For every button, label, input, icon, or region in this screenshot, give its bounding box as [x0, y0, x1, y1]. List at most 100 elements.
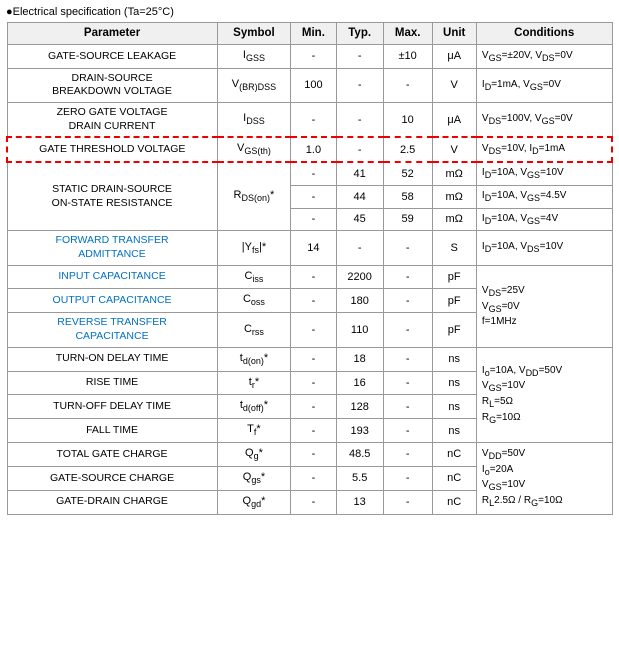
- typ-crss: 110: [336, 313, 383, 347]
- min-ciss: -: [291, 265, 336, 289]
- min-crss: -: [291, 313, 336, 347]
- min-tf: -: [291, 419, 336, 443]
- cond-yfs: ID=10A, VDS=10V: [476, 231, 612, 265]
- symbol-ciss: Ciss: [217, 265, 291, 289]
- row-total-gate-charge: TOTAL GATE CHARGE Qg* - 48.5 - nC VDD=50…: [7, 443, 612, 467]
- typ-qg: 48.5: [336, 443, 383, 467]
- typ-rdson-2: 44: [336, 185, 383, 208]
- cond-igss: VGS=±20V, VDS=0V: [476, 44, 612, 68]
- max-rdson-1: 52: [383, 162, 432, 185]
- cond-capacitance: VDS=25VVGS=0Vf=1MHz: [476, 265, 612, 347]
- symbol-vbrdss: V(BR)DSS: [217, 68, 291, 102]
- cond-rdson-3: ID=10A, VGS=4V: [476, 208, 612, 231]
- max-coss: -: [383, 289, 432, 313]
- unit-igss: μA: [432, 44, 476, 68]
- col-typ: Typ.: [336, 23, 383, 45]
- param-crss: REVERSE TRANSFERCAPACITANCE: [7, 313, 217, 347]
- symbol-qgd: Qgd*: [217, 490, 291, 514]
- max-rdson-3: 59: [383, 208, 432, 231]
- cond-vgsth: VDS=10V, ID=1mA: [476, 137, 612, 162]
- unit-tdoff: ns: [432, 395, 476, 419]
- unit-crss: pF: [432, 313, 476, 347]
- max-vbrdss: -: [383, 68, 432, 102]
- param-breakdown: DRAIN-SOURCEBREAKDOWN VOLTAGE: [7, 68, 217, 102]
- max-crss: -: [383, 313, 432, 347]
- max-idss: 10: [383, 103, 432, 138]
- cond-rdson-1: ID=10A, VGS=10V: [476, 162, 612, 185]
- max-yfs: -: [383, 231, 432, 265]
- typ-vgsth: -: [336, 137, 383, 162]
- max-rdson-2: 58: [383, 185, 432, 208]
- row-zero-gate-voltage: ZERO GATE VOLTAGEDRAIN CURRENT IDSS - - …: [7, 103, 612, 138]
- max-vgsth: 2.5: [383, 137, 432, 162]
- col-min: Min.: [291, 23, 336, 45]
- typ-yfs: -: [336, 231, 383, 265]
- param-vgsth: GATE THRESHOLD VOLTAGE: [7, 137, 217, 162]
- symbol-rdson: RDS(on)*: [217, 162, 291, 231]
- typ-ciss: 2200: [336, 265, 383, 289]
- unit-vgsth: V: [432, 137, 476, 162]
- typ-tr: 16: [336, 371, 383, 395]
- max-ciss: -: [383, 265, 432, 289]
- min-yfs: 14: [291, 231, 336, 265]
- unit-qgd: nC: [432, 490, 476, 514]
- typ-rdson-1: 41: [336, 162, 383, 185]
- min-qgs: -: [291, 467, 336, 491]
- typ-idss: -: [336, 103, 383, 138]
- typ-tf: 193: [336, 419, 383, 443]
- param-qgs: GATE-SOURCE CHARGE: [7, 467, 217, 491]
- col-symbol: Symbol: [217, 23, 291, 45]
- param-tr: RISE TIME: [7, 371, 217, 395]
- row-ton-delay: TURN-ON DELAY TIME td(on)* - 18 - ns Io=…: [7, 347, 612, 371]
- symbol-tr: tr*: [217, 371, 291, 395]
- param-qgd: GATE-DRAIN CHARGE: [7, 490, 217, 514]
- unit-qg: nC: [432, 443, 476, 467]
- min-rdson-3: -: [291, 208, 336, 231]
- min-qgd: -: [291, 490, 336, 514]
- max-tf: -: [383, 419, 432, 443]
- max-igss: ±10: [383, 44, 432, 68]
- param-yfs: FORWARD TRANSFERADMITTANCE: [7, 231, 217, 265]
- min-tr: -: [291, 371, 336, 395]
- symbol-coss: Coss: [217, 289, 291, 313]
- symbol-qgs: Qgs*: [217, 467, 291, 491]
- param-coss: OUTPUT CAPACITANCE: [7, 289, 217, 313]
- typ-tdon: 18: [336, 347, 383, 371]
- max-qgs: -: [383, 467, 432, 491]
- symbol-vgsth: VGS(th): [217, 137, 291, 162]
- typ-rdson-3: 45: [336, 208, 383, 231]
- max-qgd: -: [383, 490, 432, 514]
- param-tdoff: TURN-OFF DELAY TIME: [7, 395, 217, 419]
- min-tdon: -: [291, 347, 336, 371]
- param-tdon: TURN-ON DELAY TIME: [7, 347, 217, 371]
- typ-igss: -: [336, 44, 383, 68]
- min-rdson-1: -: [291, 162, 336, 185]
- max-tdoff: -: [383, 395, 432, 419]
- param-qg: TOTAL GATE CHARGE: [7, 443, 217, 467]
- symbol-qg: Qg*: [217, 443, 291, 467]
- param-tf: FALL TIME: [7, 419, 217, 443]
- col-max: Max.: [383, 23, 432, 45]
- max-tdon: -: [383, 347, 432, 371]
- min-qg: -: [291, 443, 336, 467]
- symbol-tf: Tf*: [217, 419, 291, 443]
- cond-rdson-2: ID=10A, VGS=4.5V: [476, 185, 612, 208]
- col-parameter: Parameter: [7, 23, 217, 45]
- typ-qgd: 13: [336, 490, 383, 514]
- param-ciss: INPUT CAPACITANCE: [7, 265, 217, 289]
- row-drain-source-breakdown: DRAIN-SOURCEBREAKDOWN VOLTAGE V(BR)DSS 1…: [7, 68, 612, 102]
- unit-tf: ns: [432, 419, 476, 443]
- row-gate-source-leakage: GATE-SOURCE LEAKAGE IGSS - - ±10 μA VGS=…: [7, 44, 612, 68]
- unit-qgs: nC: [432, 467, 476, 491]
- cond-idss: VDS=100V, VGS=0V: [476, 103, 612, 138]
- symbol-igss: IGSS: [217, 44, 291, 68]
- min-coss: -: [291, 289, 336, 313]
- typ-tdoff: 128: [336, 395, 383, 419]
- min-vgsth: 1.0: [291, 137, 336, 162]
- unit-rdson-1: mΩ: [432, 162, 476, 185]
- unit-ciss: pF: [432, 265, 476, 289]
- param-rdson: STATIC DRAIN-SOURCEON-STATE RESISTANCE: [7, 162, 217, 231]
- symbol-idss: IDSS: [217, 103, 291, 138]
- min-igss: -: [291, 44, 336, 68]
- unit-yfs: S: [432, 231, 476, 265]
